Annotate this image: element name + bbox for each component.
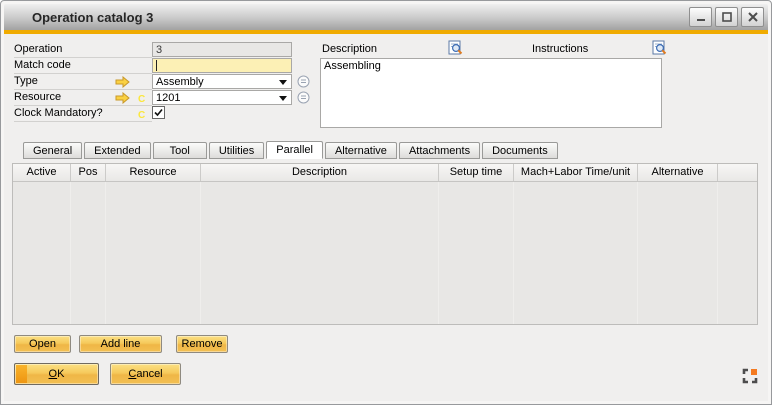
type-link-arrow-icon[interactable]: [115, 76, 130, 91]
tab-strip: General Extended Tool Utilities Parallel…: [23, 141, 560, 159]
column-header-alternative[interactable]: Alternative: [638, 164, 718, 181]
instructions-label: Instructions: [532, 42, 588, 57]
instructions-editor-icon[interactable]: [652, 40, 667, 59]
window-title: Operation catalog 3: [4, 10, 153, 25]
description-editor-icon[interactable]: [448, 40, 463, 59]
match-code-field[interactable]: [152, 58, 292, 73]
open-button[interactable]: Open: [14, 335, 71, 353]
tab-parallel[interactable]: Parallel: [266, 141, 323, 159]
resource-status-marker-icon: C: [138, 94, 145, 105]
resource-choose-from-list-icon[interactable]: [297, 91, 310, 104]
parallel-resources-table: Active Pos Resource Description Setup ti…: [12, 163, 758, 325]
tab-attachments[interactable]: Attachments: [399, 142, 480, 159]
column-header-active[interactable]: Active: [13, 164, 71, 181]
window-controls: [689, 7, 764, 27]
tab-alternative[interactable]: Alternative: [325, 142, 397, 159]
minimize-icon: [695, 11, 707, 23]
default-button-stripe: [16, 365, 27, 383]
ok-button[interactable]: OK: [14, 363, 99, 385]
clock-status-marker-icon: C: [138, 110, 145, 121]
clock-mandatory-label: Clock Mandatory?: [14, 106, 152, 122]
tab-extended[interactable]: Extended: [84, 142, 150, 159]
type-choose-from-list-icon[interactable]: [297, 75, 310, 88]
column-header-mach-labor-time[interactable]: Mach+Labor Time/unit: [514, 164, 638, 181]
cancel-button[interactable]: Cancel: [110, 363, 181, 385]
column-header-pos[interactable]: Pos: [71, 164, 106, 181]
checkmark-icon: [153, 107, 164, 118]
resource-label: Resource: [14, 90, 152, 106]
chevron-down-icon: [279, 80, 287, 85]
description-textarea[interactable]: Assembling: [320, 58, 662, 128]
resource-link-arrow-icon[interactable]: [115, 92, 130, 107]
text-caret: [156, 60, 157, 71]
close-button[interactable]: [741, 7, 764, 27]
tab-utilities[interactable]: Utilities: [209, 142, 264, 159]
chevron-down-icon: [279, 96, 287, 101]
match-code-label: Match code: [14, 58, 152, 74]
resource-dropdown-value: 1201: [156, 92, 180, 104]
table-body-empty[interactable]: [13, 182, 757, 324]
column-header-description[interactable]: Description: [201, 164, 439, 181]
column-header-resource[interactable]: Resource: [106, 164, 201, 181]
tab-tool[interactable]: Tool: [153, 142, 207, 159]
table-header-row: Active Pos Resource Description Setup ti…: [13, 164, 757, 182]
column-header-filler: [718, 164, 757, 181]
maximize-button[interactable]: [715, 7, 738, 27]
type-dropdown-value: Assembly: [156, 76, 204, 88]
column-header-setup-time[interactable]: Setup time: [439, 164, 514, 181]
dialog-content: Operation Match code Type Resource Clock…: [4, 34, 768, 401]
minimize-button[interactable]: [689, 7, 712, 27]
maximize-icon: [721, 11, 733, 23]
resize-widget-icon[interactable]: [742, 368, 758, 384]
resource-dropdown[interactable]: 1201: [152, 90, 292, 105]
type-dropdown[interactable]: Assembly: [152, 74, 292, 89]
clock-mandatory-checkbox[interactable]: [152, 106, 165, 119]
type-label: Type: [14, 74, 152, 90]
add-line-button[interactable]: Add line: [79, 335, 162, 353]
operation-catalog-window: Operation catalog 3 Operation Match code…: [0, 0, 772, 405]
tab-general[interactable]: General: [23, 142, 82, 159]
tab-documents[interactable]: Documents: [482, 142, 558, 159]
close-icon: [747, 11, 759, 23]
description-label: Description: [322, 42, 377, 57]
titlebar[interactable]: Operation catalog 3: [4, 4, 768, 30]
operation-label: Operation: [14, 42, 152, 58]
operation-field: [152, 42, 292, 57]
remove-button[interactable]: Remove: [176, 335, 228, 353]
